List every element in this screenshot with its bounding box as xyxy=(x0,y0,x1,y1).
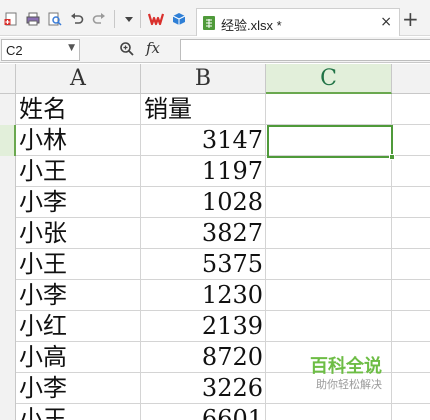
new-doc-icon[interactable] xyxy=(4,12,18,26)
column-header-row: A B C xyxy=(0,64,430,94)
title-toolbar: 经验.xlsx * × + xyxy=(0,0,430,36)
watermark-logo: 百科全说 助你轻松解决 xyxy=(300,352,400,392)
empty-cell[interactable] xyxy=(392,218,430,249)
insert-function-button[interactable]: fx xyxy=(146,39,160,57)
cell-reference: C2 xyxy=(6,43,23,58)
watermark-title: 百科全说 xyxy=(310,356,382,377)
column-header-c[interactable]: C xyxy=(266,64,392,94)
formula-bar: C2 ▼ fx xyxy=(0,37,430,63)
name-box[interactable]: C2 ▼ xyxy=(1,39,80,61)
customize-arrow-icon[interactable] xyxy=(122,12,136,26)
sales-cell[interactable]: 2139 xyxy=(141,311,266,342)
column-header-b[interactable]: B xyxy=(141,64,266,94)
spreadsheet-file-icon xyxy=(203,16,215,30)
empty-cell[interactable] xyxy=(392,404,430,420)
empty-cell[interactable] xyxy=(266,187,392,218)
empty-cell[interactable] xyxy=(266,249,392,280)
sales-cell[interactable]: 1028 xyxy=(141,187,266,218)
empty-cell[interactable] xyxy=(392,94,430,125)
empty-cell[interactable] xyxy=(392,249,430,280)
toolbar-separator xyxy=(114,10,115,28)
document-title: 经验.xlsx * xyxy=(221,18,282,33)
name-cell[interactable]: 小李 xyxy=(16,280,141,311)
name-cell[interactable]: 小王 xyxy=(16,249,141,280)
name-cell[interactable]: 小王 xyxy=(16,404,141,420)
row-header-strip[interactable] xyxy=(0,94,16,420)
print-preview-icon[interactable] xyxy=(48,12,62,26)
close-tab-button[interactable]: × xyxy=(380,14,392,30)
formula-input[interactable] xyxy=(180,39,430,61)
column-header-a[interactable]: A xyxy=(16,64,141,94)
name-cell[interactable]: 小王 xyxy=(16,156,141,187)
empty-cell[interactable] xyxy=(392,187,430,218)
active-row-marker xyxy=(0,125,16,156)
sales-cell[interactable]: 3827 xyxy=(141,218,266,249)
empty-cell[interactable] xyxy=(392,156,430,187)
new-tab-button[interactable]: + xyxy=(402,7,419,31)
wps-logo-icon[interactable] xyxy=(148,12,164,26)
document-tab[interactable]: 经验.xlsx * × xyxy=(196,8,400,36)
sales-cell[interactable]: 3147 xyxy=(141,125,266,156)
name-cell[interactable]: 小李 xyxy=(16,373,141,404)
zoom-icon[interactable] xyxy=(119,41,135,57)
header-cell-name[interactable]: 姓名 xyxy=(16,94,141,125)
empty-cell[interactable] xyxy=(392,311,430,342)
toolbar-separator xyxy=(140,10,141,28)
cube-app-icon[interactable] xyxy=(172,12,186,26)
name-cell[interactable]: 小张 xyxy=(16,218,141,249)
watermark-subtitle: 助你轻松解决 xyxy=(316,378,382,391)
empty-cell[interactable] xyxy=(392,280,430,311)
name-cell[interactable]: 小李 xyxy=(16,187,141,218)
name-cell[interactable]: 小高 xyxy=(16,342,141,373)
empty-cell[interactable] xyxy=(266,156,392,187)
sales-cell[interactable]: 1197 xyxy=(141,156,266,187)
empty-cell[interactable] xyxy=(266,280,392,311)
redo-icon[interactable] xyxy=(92,12,106,26)
name-cell[interactable]: 小林 xyxy=(16,125,141,156)
sales-cell[interactable]: 8720 xyxy=(141,342,266,373)
selected-cell-c2[interactable] xyxy=(267,125,395,160)
sales-cell[interactable]: 3226 xyxy=(141,373,266,404)
chevron-down-icon[interactable]: ▼ xyxy=(68,43,75,53)
sales-cell[interactable]: 5375 xyxy=(141,249,266,280)
undo-icon[interactable] xyxy=(70,12,84,26)
empty-cell[interactable] xyxy=(266,218,392,249)
empty-cell[interactable] xyxy=(392,125,430,156)
fill-handle[interactable] xyxy=(389,154,395,160)
sales-cell[interactable]: 1230 xyxy=(141,280,266,311)
print-icon[interactable] xyxy=(26,12,40,26)
column-header-d[interactable] xyxy=(392,64,430,94)
empty-cell[interactable] xyxy=(266,94,392,125)
name-cell[interactable]: 小红 xyxy=(16,311,141,342)
empty-cell[interactable] xyxy=(266,404,392,420)
select-all-corner[interactable] xyxy=(0,64,16,94)
sales-cell[interactable]: 6601 xyxy=(141,404,266,420)
header-cell-sales[interactable]: 销量 xyxy=(141,94,266,125)
empty-cell[interactable] xyxy=(266,311,392,342)
